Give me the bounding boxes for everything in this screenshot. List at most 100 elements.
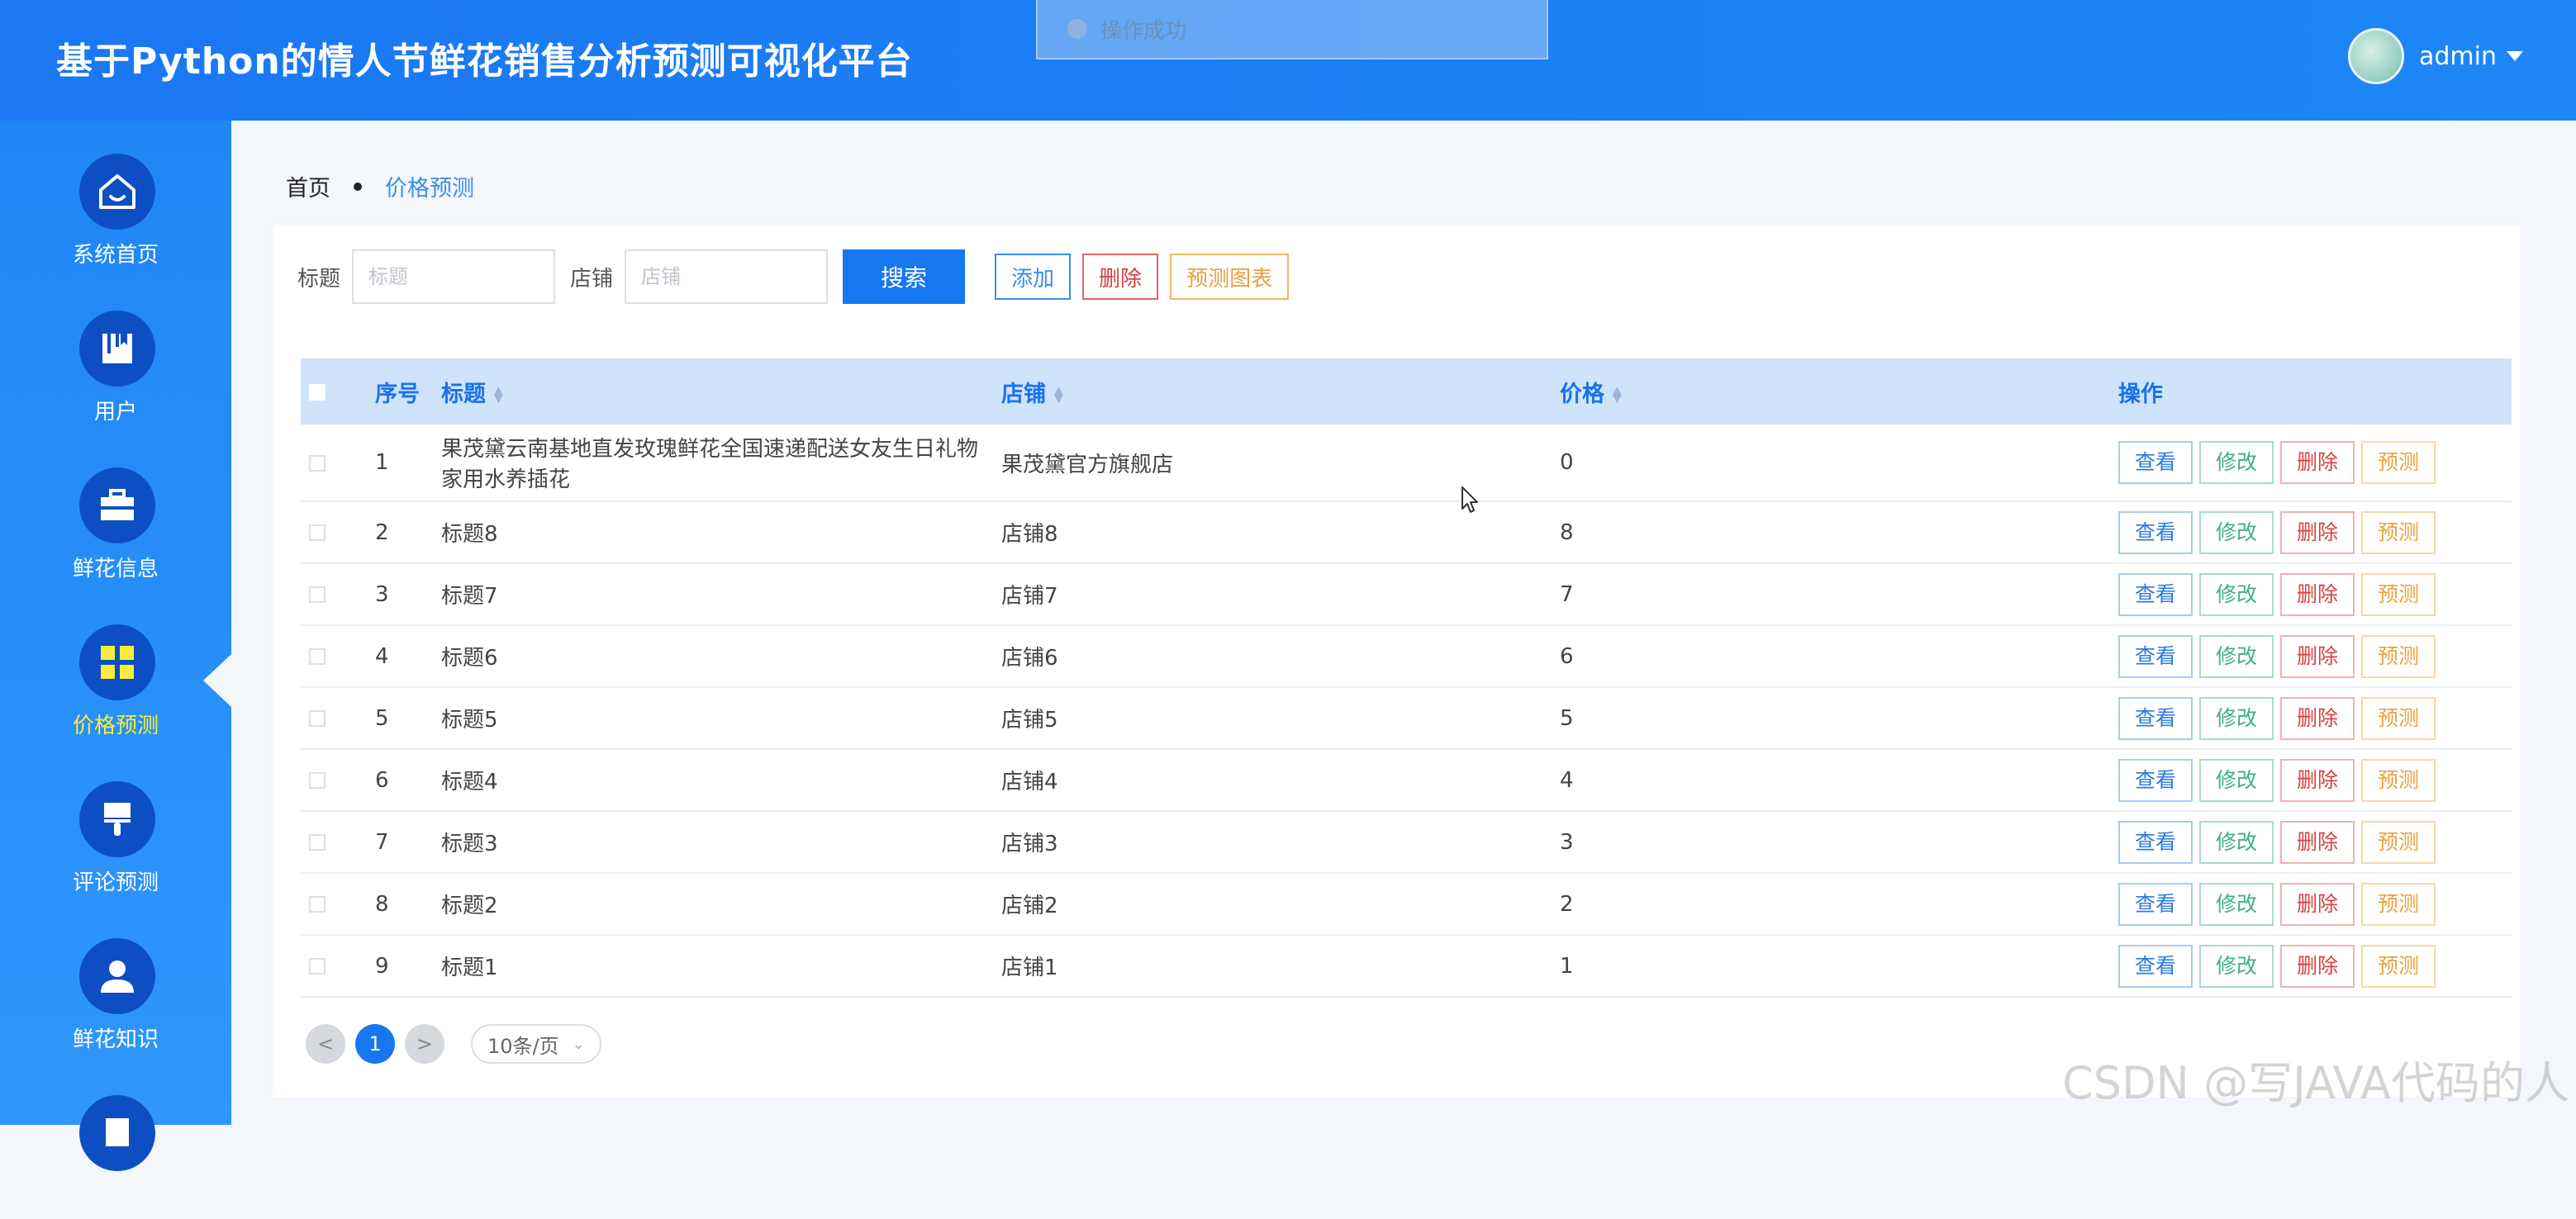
sidebar-item-users[interactable]: 用户 [0, 277, 231, 434]
caret-down-icon[interactable] [2507, 51, 2523, 61]
sidebar-item-flowers[interactable]: 鲜花信息 [0, 434, 231, 591]
row-title: 标题1 [433, 935, 993, 998]
edit-button[interactable]: 修改 [2199, 820, 2274, 864]
sidebar-item-more[interactable] [0, 1062, 231, 1219]
delete-button[interactable]: 删除 [2280, 696, 2355, 740]
avatar[interactable] [2348, 28, 2404, 84]
edit-button[interactable]: 修改 [2199, 696, 2274, 740]
column-header-title[interactable]: 标题 ▲ ▼ [433, 358, 993, 425]
row-index: 8 [367, 873, 433, 936]
column-header-index: 序号 [375, 381, 420, 407]
view-button[interactable]: 查看 [2118, 696, 2193, 740]
delete-button[interactable]: 删除 [2280, 441, 2355, 484]
add-button[interactable]: 添加 [995, 254, 1072, 300]
page-size-select[interactable]: 10条/页 ⌄ [471, 1024, 601, 1064]
delete-button[interactable]: 删除 [2280, 572, 2355, 616]
batch-delete-button[interactable]: 删除 [1082, 254, 1159, 300]
shop-search-input[interactable] [625, 249, 829, 304]
delete-button[interactable]: 删除 [2280, 944, 2355, 988]
view-button[interactable]: 查看 [2118, 510, 2193, 554]
page-1-button[interactable]: 1 [355, 1024, 395, 1064]
briefcase-icon[interactable] [79, 467, 155, 543]
brush-icon[interactable] [79, 781, 155, 857]
title-search-input[interactable] [352, 249, 556, 304]
breadcrumb-current: 价格预测 [385, 176, 474, 202]
delete-button[interactable]: 删除 [2280, 820, 2355, 864]
user-menu[interactable]: admin [2348, 28, 2523, 84]
predict-button[interactable]: 预测 [2361, 758, 2436, 802]
row-price: 4 [1552, 749, 2110, 812]
sort-icon[interactable]: ▲ ▼ [494, 385, 503, 405]
sidebar-item-label: 鲜花信息 [72, 557, 159, 581]
delete-button[interactable]: 删除 [2280, 634, 2355, 678]
column-header-price[interactable]: 价格 ▲ ▼ [1552, 358, 2110, 425]
predict-button[interactable]: 预测 [2361, 634, 2436, 678]
predict-button[interactable]: 预测 [2361, 882, 2436, 926]
sort-icon[interactable]: ▲ ▼ [1613, 385, 1622, 405]
edit-button[interactable]: 修改 [2199, 572, 2274, 616]
search-button[interactable]: 搜索 [843, 249, 966, 304]
predict-button[interactable]: 预测 [2361, 441, 2436, 484]
page-size-value: 10条/页 [487, 1034, 559, 1058]
sidebar-item-comment-prediction[interactable]: 评论预测 [0, 748, 231, 905]
view-button[interactable]: 查看 [2118, 944, 2193, 988]
view-button[interactable]: 查看 [2118, 572, 2193, 616]
table-row: 5 标题5 店铺5 5 查看 修改 删除 预测 [301, 687, 2512, 750]
next-page-button[interactable]: > [405, 1024, 444, 1064]
edit-button[interactable]: 修改 [2199, 758, 2274, 802]
edit-button[interactable]: 修改 [2199, 882, 2274, 926]
column-price-label[interactable]: 价格 [1560, 382, 1604, 407]
edit-button[interactable]: 修改 [2199, 510, 2274, 554]
row-checkbox[interactable] [309, 772, 326, 789]
row-checkbox[interactable] [309, 586, 326, 603]
prev-page-button[interactable]: < [306, 1024, 345, 1064]
sidebar-item-price-prediction[interactable]: 价格预测 [0, 591, 231, 748]
delete-button[interactable]: 删除 [2280, 758, 2355, 802]
toast-message: 操作成功 [1100, 18, 1187, 44]
column-header-shop[interactable]: 店铺 ▲ ▼ [993, 358, 1552, 425]
row-shop: 店铺3 [993, 811, 1552, 874]
row-checkbox[interactable] [309, 648, 326, 665]
predict-button[interactable]: 预测 [2361, 820, 2436, 864]
predict-button[interactable]: 预测 [2361, 572, 2436, 616]
prediction-chart-button[interactable]: 预测图表 [1170, 254, 1290, 300]
breadcrumb-home[interactable]: 首页 [286, 170, 330, 202]
view-button[interactable]: 查看 [2118, 758, 2193, 802]
row-checkbox[interactable] [309, 896, 326, 913]
sidebar-item-home[interactable]: 系统首页 [0, 121, 231, 277]
grid-icon[interactable] [79, 624, 155, 700]
row-checkbox[interactable] [309, 958, 326, 975]
view-button[interactable]: 查看 [2118, 820, 2193, 864]
sort-icon[interactable]: ▲ ▼ [1054, 385, 1063, 405]
sidebar-item-label: 用户 [93, 400, 137, 425]
view-button[interactable]: 查看 [2118, 634, 2193, 678]
sidebar-item-label: 价格预测 [72, 714, 159, 738]
row-index: 3 [367, 563, 433, 626]
predict-button[interactable]: 预测 [2361, 510, 2436, 554]
sidebar-item-flower-knowledge[interactable]: 鲜花知识 [0, 905, 231, 1062]
username[interactable]: admin [2419, 42, 2497, 71]
row-checkbox[interactable] [309, 710, 326, 727]
predict-button[interactable]: 预测 [2361, 696, 2436, 740]
column-shop-label[interactable]: 店铺 [1001, 382, 1046, 407]
chevron-down-icon[interactable]: ⌄ [573, 1036, 585, 1053]
clipboard-icon[interactable] [79, 1095, 155, 1171]
view-button[interactable]: 查看 [2118, 441, 2193, 484]
column-title-label[interactable]: 标题 [441, 382, 486, 407]
row-checkbox[interactable] [309, 524, 326, 541]
user-book-icon[interactable] [79, 311, 155, 387]
select-all-checkbox[interactable] [309, 384, 326, 401]
edit-button[interactable]: 修改 [2199, 634, 2274, 678]
edit-button[interactable]: 修改 [2199, 441, 2274, 484]
delete-button[interactable]: 删除 [2280, 510, 2355, 554]
edit-button[interactable]: 修改 [2199, 944, 2274, 988]
row-checkbox[interactable] [309, 454, 326, 472]
delete-button[interactable]: 删除 [2280, 882, 2355, 926]
predict-button[interactable]: 预测 [2361, 944, 2436, 988]
row-actions: 查看 修改 删除 预测 [2110, 625, 2512, 688]
home-icon[interactable] [79, 154, 155, 230]
view-button[interactable]: 查看 [2118, 882, 2193, 926]
select-all-cell [301, 358, 367, 425]
person-icon[interactable] [79, 938, 155, 1014]
row-checkbox[interactable] [309, 834, 326, 851]
